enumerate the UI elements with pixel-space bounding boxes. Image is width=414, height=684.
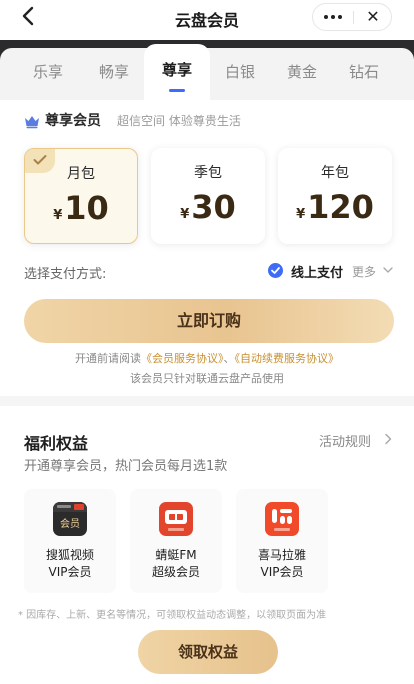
title-bar: 云盘会员 ✕ bbox=[0, 0, 414, 34]
auto-renew-agreement-link[interactable]: 《自动续费服务协议》 bbox=[235, 352, 340, 365]
chevron-down-icon[interactable] bbox=[382, 265, 394, 275]
membership-tabs: 乐享 畅享 尊享 白银 黄金 钻石 bbox=[0, 44, 414, 100]
chevron-right-icon[interactable] bbox=[384, 433, 392, 445]
close-icon[interactable]: ✕ bbox=[354, 4, 392, 30]
plan-name: 年包 bbox=[321, 165, 349, 181]
usage-note: 该会员只针对联通云盘产品使用 bbox=[130, 372, 284, 385]
benefits-disclaimer: * 因库存、上新、更名等情况，可领取权益动态调整，以领取页面为准 bbox=[18, 610, 327, 621]
benefit-card-sohu[interactable]: 会员 搜狐视频 VIP会员 bbox=[24, 489, 116, 593]
plan-card-yearly[interactable]: 年包 ¥120 bbox=[278, 148, 392, 244]
tab-zuanshi[interactable]: 钻石 bbox=[330, 48, 398, 100]
payment-more-link[interactable]: 更多 bbox=[352, 263, 376, 280]
plan-card-monthly[interactable]: 月包 ¥10 bbox=[24, 148, 138, 244]
tab-zunxiang[interactable]: 尊享 bbox=[144, 44, 210, 100]
payment-label: 选择支付方式: bbox=[24, 267, 107, 282]
subscribe-button[interactable]: 立即订购 bbox=[24, 299, 394, 343]
service-agreement-link[interactable]: 《会员服务协议》 bbox=[141, 352, 224, 365]
crown-icon bbox=[25, 116, 39, 129]
ximalaya-logo-icon bbox=[265, 502, 299, 536]
tab-lexiang[interactable]: 乐享 bbox=[14, 48, 82, 100]
sohu-video-logo-icon: 会员 bbox=[53, 502, 87, 536]
mini-program-capsule: ✕ bbox=[312, 3, 392, 31]
benefit-card-qingting[interactable]: 蜻蜓FM 超级会员 bbox=[130, 489, 222, 593]
payment-method[interactable]: 线上支付 bbox=[291, 262, 343, 281]
plan-price: ¥10 bbox=[53, 189, 109, 227]
page: 云盘会员 ✕ 乐享 畅享 尊享 白银 黄金 钻石 尊享会员 超信空间 体验尊贵生… bbox=[0, 0, 414, 684]
activity-rules-link[interactable]: 活动规则 bbox=[319, 431, 371, 450]
member-name: 尊享会员 bbox=[45, 113, 101, 129]
tab-huangjin[interactable]: 黄金 bbox=[268, 48, 336, 100]
benefits-subtitle: 开通尊享会员，热门会员每月选1款 bbox=[24, 459, 228, 474]
plan-name: 季包 bbox=[194, 165, 222, 181]
agreement-text: 开通前请阅读《会员服务协议》、《自动续费服务协议》 bbox=[75, 352, 340, 365]
benefits-title: 福利权益 bbox=[24, 434, 89, 453]
tab-changxiang[interactable]: 畅享 bbox=[80, 48, 148, 100]
benefit-name: 蜻蜓FM 超级会员 bbox=[151, 548, 200, 579]
plan-card-quarterly[interactable]: 季包 ¥30 bbox=[151, 148, 265, 244]
member-subtitle: 超信空间 体验尊贵生活 bbox=[117, 114, 241, 128]
plan-price: ¥120 bbox=[296, 188, 374, 226]
tab-active-indicator bbox=[169, 89, 185, 92]
tab-baiyin[interactable]: 白银 bbox=[206, 48, 274, 100]
claim-benefits-button[interactable]: 领取权益 bbox=[138, 630, 278, 674]
benefit-name: 搜狐视频 VIP会员 bbox=[45, 548, 94, 579]
logo-text: 会员 bbox=[60, 517, 80, 530]
benefit-name: 喜马拉雅 VIP会员 bbox=[257, 548, 306, 579]
check-circle-icon[interactable] bbox=[268, 263, 283, 278]
plan-name: 月包 bbox=[67, 166, 95, 182]
more-dots-icon[interactable] bbox=[313, 4, 353, 30]
benefit-card-ximalaya[interactable]: 喜马拉雅 VIP会员 bbox=[236, 489, 328, 593]
section-divider bbox=[0, 396, 414, 406]
plan-price: ¥30 bbox=[180, 188, 236, 226]
qingting-fm-logo-icon bbox=[159, 502, 193, 536]
